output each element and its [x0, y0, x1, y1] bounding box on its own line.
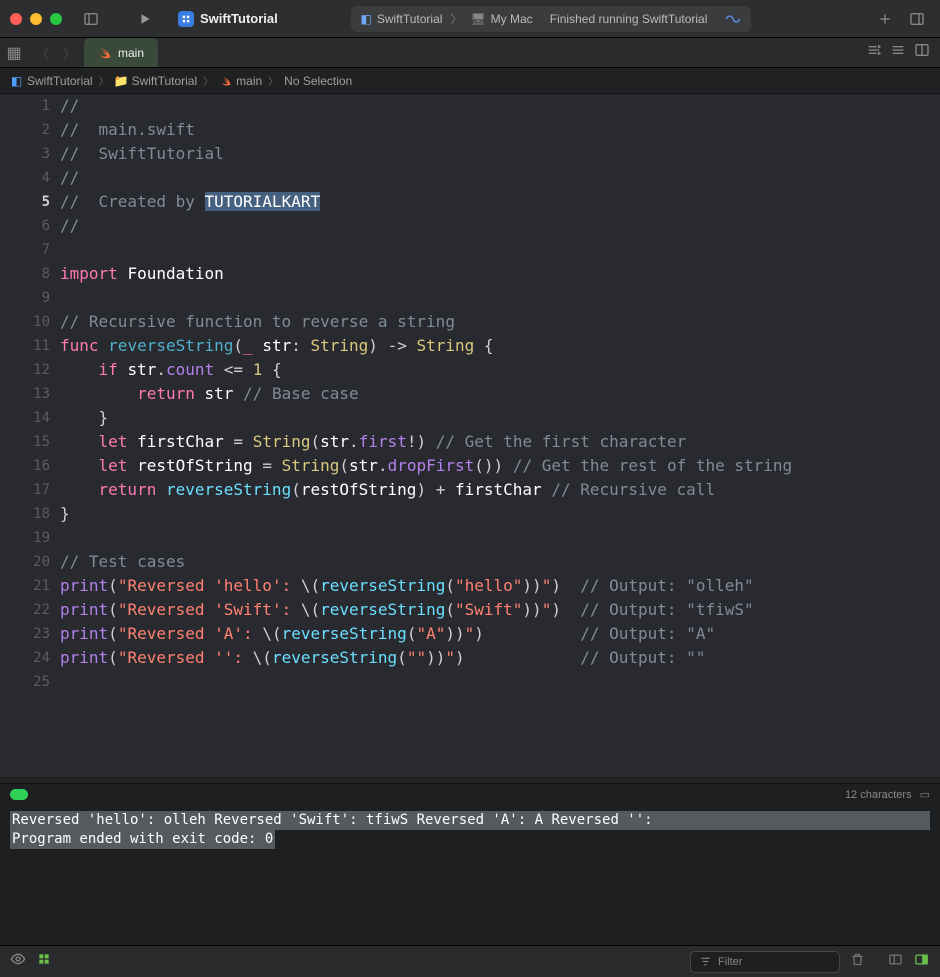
editor-status-row: 12 characters ▭	[0, 783, 940, 805]
tab-label: main	[118, 46, 144, 60]
filter-placeholder: Filter	[718, 956, 742, 968]
run-button[interactable]	[132, 6, 158, 32]
forward-button[interactable]: 〉	[56, 41, 84, 65]
visibility-icon[interactable]	[10, 951, 26, 972]
minimap-toggle-icon[interactable]: ▭	[920, 788, 930, 801]
tab-bar: ▦ 〈 〉 main	[0, 38, 940, 68]
back-button[interactable]: 〈	[28, 41, 56, 65]
add-tab-button[interactable]	[872, 6, 898, 32]
run-indicator	[10, 789, 28, 800]
related-items-icon[interactable]: ▦	[0, 43, 28, 63]
close-window-button[interactable]	[10, 13, 22, 25]
mac-icon: 🖥	[470, 12, 485, 26]
project-icon: ◧	[10, 74, 23, 87]
folder-icon: 📁	[115, 74, 128, 87]
titlebar: SwiftTutorial ◧ SwiftTutorial 〉 🖥 My Mac…	[0, 0, 940, 38]
activity-icon	[725, 11, 741, 27]
console-filter[interactable]: Filter	[690, 951, 840, 973]
swift-file-icon	[98, 46, 112, 60]
minimize-window-button[interactable]	[30, 13, 42, 25]
toggle-navigator-icon[interactable]	[78, 6, 104, 32]
breadcrumb: ◧ SwiftTutorial 〉 📁 SwiftTutorial 〉 main…	[0, 68, 940, 94]
code-editor[interactable]: 1234567891011121314151617181920212223242…	[0, 94, 940, 777]
editor-options-icon[interactable]	[890, 42, 906, 63]
tab-main[interactable]: main	[84, 38, 158, 67]
breadcrumb-item[interactable]: main	[219, 74, 262, 88]
scheme-selector[interactable]: SwiftTutorial	[170, 9, 286, 29]
char-count: 12 characters	[845, 789, 912, 801]
destination-name: My Mac	[491, 12, 533, 26]
debug-bar: Filter	[0, 945, 940, 977]
console-output[interactable]: Reversed 'hello': olleh Reversed 'Swift'…	[0, 805, 940, 945]
swift-file-icon	[219, 74, 232, 87]
breadcrumb-item[interactable]: ◧ SwiftTutorial	[10, 74, 93, 88]
clear-console-icon[interactable]	[848, 952, 866, 972]
window-controls	[10, 13, 62, 25]
app-icon	[178, 11, 194, 27]
panel-right-icon[interactable]	[912, 952, 930, 972]
project-name: SwiftTutorial	[200, 11, 278, 26]
breadcrumb-item[interactable]: No Selection	[284, 74, 352, 88]
scheme-icon: ◧	[361, 12, 372, 26]
adjust-editor-icon[interactable]	[866, 42, 882, 63]
code-area[interactable]: //// main.swift// SwiftTutorial//// Crea…	[60, 94, 940, 777]
add-editor-icon[interactable]	[914, 42, 930, 63]
breadcrumb-item[interactable]: 📁 SwiftTutorial	[115, 74, 198, 88]
maximize-window-button[interactable]	[50, 13, 62, 25]
breakpoint-icon[interactable]	[36, 951, 52, 972]
library-button[interactable]	[904, 6, 930, 32]
line-gutter: 1234567891011121314151617181920212223242…	[0, 94, 60, 777]
scheme-name: SwiftTutorial	[377, 12, 443, 26]
build-status: Finished running SwiftTutorial	[550, 12, 708, 26]
activity-status[interactable]: ◧ SwiftTutorial 〉 🖥 My Mac Finished runn…	[351, 6, 751, 32]
panel-left-icon[interactable]	[886, 952, 904, 972]
